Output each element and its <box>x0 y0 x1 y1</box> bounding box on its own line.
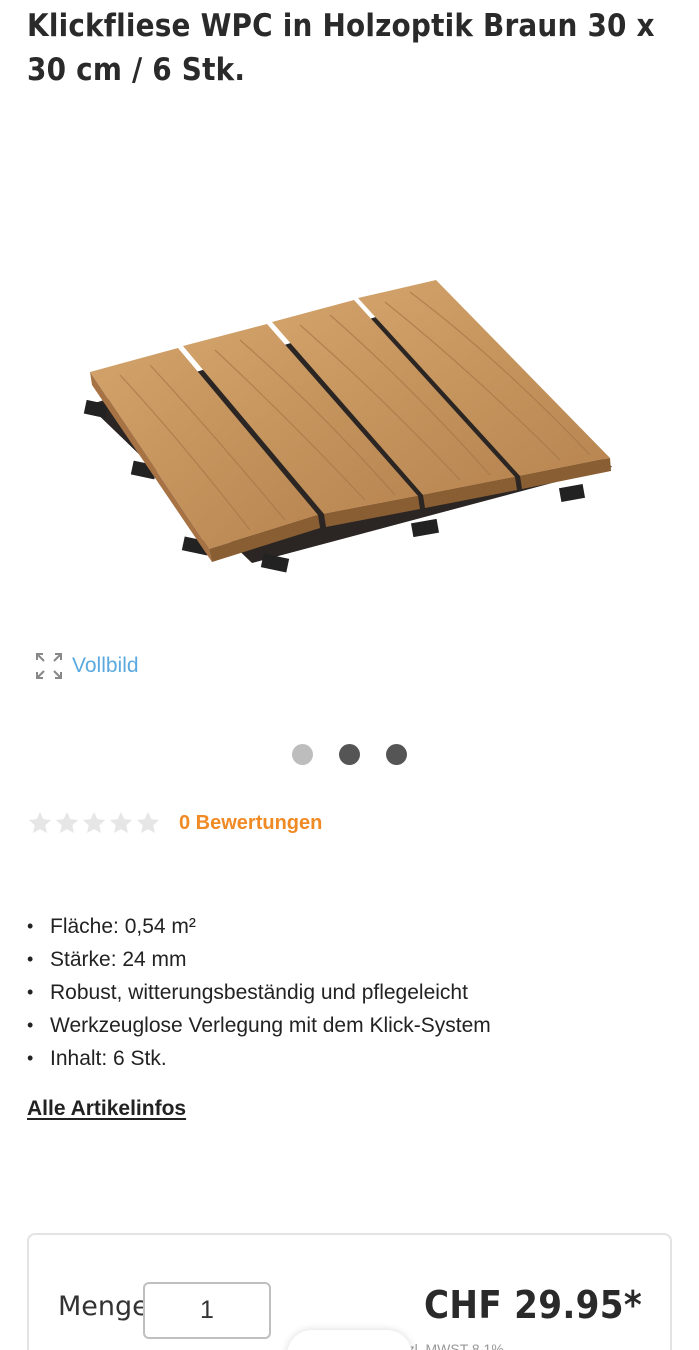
star-icon <box>28 811 52 833</box>
star-icon <box>109 811 133 833</box>
gallery-dots <box>292 744 407 765</box>
feature-item: Inhalt: 6 Stk. <box>27 1042 491 1075</box>
feature-item: Stärke: 24 mm <box>27 943 491 976</box>
gallery-dot-3[interactable] <box>386 744 407 765</box>
feature-item: Fläche: 0,54 m² <box>27 910 491 943</box>
feature-item: Werkzeuglose Verlegung mit dem Klick-Sys… <box>27 1009 491 1042</box>
product-title: Klickfliese WPC in Holzoptik Braun 30 x … <box>27 8 655 88</box>
purchase-box: Menge CHF 29.95* ... inkl. gesetzl. MWST… <box>27 1233 672 1350</box>
expand-arrows-icon <box>36 653 62 679</box>
gallery-dot-2[interactable] <box>339 744 360 765</box>
product-image[interactable] <box>0 260 699 600</box>
all-article-info-link[interactable]: Alle Artikelinfos <box>27 1097 186 1121</box>
rating-stars[interactable] <box>27 810 161 836</box>
product-page: Klickfliese WPC in Holzoptik Braun 30 x … <box>0 0 699 1350</box>
price: CHF 29.95* <box>424 1283 642 1327</box>
star-icon <box>82 811 106 833</box>
feature-list: Fläche: 0,54 m² Stärke: 24 mm Robust, wi… <box>27 910 491 1075</box>
star-icon <box>136 811 160 833</box>
decking-tile-image <box>83 280 612 573</box>
quantity-label: Menge <box>58 1291 149 1322</box>
star-icon <box>55 811 79 833</box>
floating-overlay-button[interactable] <box>287 1330 412 1350</box>
rating-count-link[interactable]: 0 Bewertungen <box>179 812 322 835</box>
feature-item: Robust, witterungsbeständig und pflegele… <box>27 976 491 1009</box>
fullscreen-button[interactable]: Vollbild <box>34 650 139 682</box>
rating: 0 Bewertungen <box>27 810 322 836</box>
gallery-dot-1[interactable] <box>292 744 313 765</box>
quantity-input[interactable] <box>143 1282 271 1339</box>
fullscreen-label: Vollbild <box>72 654 139 677</box>
